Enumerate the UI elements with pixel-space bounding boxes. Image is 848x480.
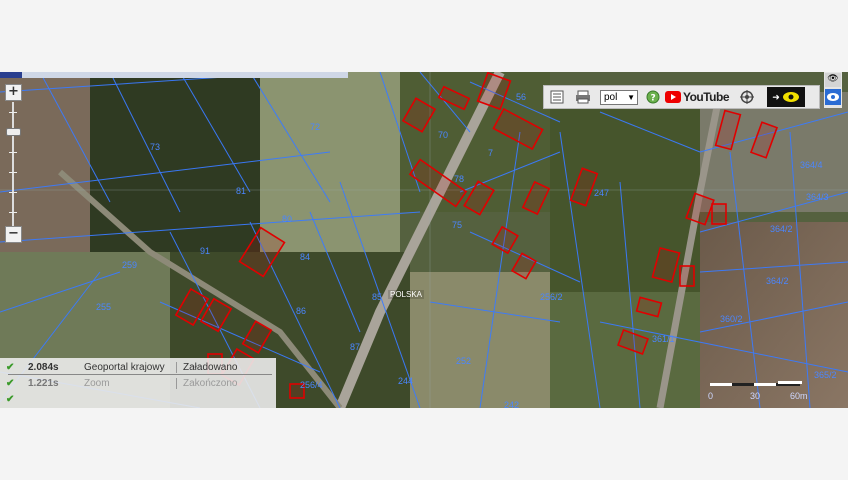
youtube-label: YouTube [682,90,730,104]
log-time: 2.084s [28,361,59,373]
svg-text:364/2: 364/2 [770,224,793,234]
svg-text:242: 242 [504,400,519,408]
svg-text:70: 70 [438,130,448,140]
svg-text:78: 78 [454,174,464,184]
svg-text:86: 86 [296,306,306,316]
language-value: pol [604,91,618,103]
log-row: ✔ [0,392,276,406]
check-icon: ✔ [6,393,15,405]
svg-text:259: 259 [122,260,137,270]
svg-text:255: 255 [96,302,111,312]
svg-text:364/2: 364/2 [766,276,789,286]
loading-log: ✔ 2.084s Geoportal krajowy Załadowano ✔ … [0,358,276,408]
eye-toggle[interactable]: ➜ [767,87,805,107]
svg-text:247: 247 [594,188,609,198]
svg-text:85: 85 [372,292,382,302]
log-status: Zakończono [176,377,237,389]
log-time: 1.221s [28,377,59,389]
zoom-control: + − [5,84,22,244]
log-row: ✔ 1.221s Zoom Zakończono [0,376,276,390]
log-row: ✔ 2.084s Geoportal krajowy Załadowano [0,360,276,374]
place-label: POLSKA [388,290,425,299]
check-icon: ✔ [6,377,15,389]
chevron-down-icon: ▼ [627,92,635,102]
svg-text:80: 80 [282,214,292,224]
language-select[interactable]: pol ▼ [600,89,638,105]
zoom-in-button[interactable]: + [5,84,22,101]
zoom-slider-thumb[interactable] [6,128,21,136]
svg-text:75: 75 [452,220,462,230]
svg-text:256/2: 256/2 [540,292,563,302]
print-icon[interactable] [570,87,596,107]
eye-icon[interactable]: 👁 [825,73,841,87]
settings-icon[interactable] [730,87,764,107]
legend-icon[interactable] [544,87,570,107]
check-icon: ✔ [6,361,15,373]
zoom-out-button[interactable]: − [5,226,22,243]
scale-label: 30 [750,391,761,401]
log-status: Załadowano [176,361,237,373]
svg-text:72: 72 [310,122,320,132]
top-panel-strip [0,72,348,78]
log-name: Zoom [84,377,110,389]
layers-panel-tab[interactable]: 👁 [824,72,842,108]
arrow-right-icon: ➜ [772,91,780,102]
svg-text:256/4: 256/4 [300,380,323,390]
zoom-slider-track[interactable] [9,102,17,226]
scale-label: 0 [708,391,714,401]
svg-text:?: ? [651,94,656,104]
svg-text:87: 87 [350,342,360,352]
help-icon[interactable]: ? [642,87,664,107]
log-name: Geoportal krajowy [84,361,165,373]
svg-text:84: 84 [300,252,310,262]
svg-text:244: 244 [398,376,413,386]
scale-bar: 0 30 60m [708,381,808,408]
svg-text:360/2: 360/2 [720,314,743,324]
svg-text:56: 56 [516,92,526,102]
svg-text:7: 7 [488,148,493,158]
scale-label: 60m [790,391,808,401]
svg-text:81: 81 [236,186,246,196]
svg-text:364/4: 364/4 [800,160,823,170]
svg-text:361/1: 361/1 [652,334,675,344]
visibility-icon[interactable] [825,89,841,105]
svg-text:91: 91 [200,246,210,256]
svg-text:364/3: 364/3 [806,192,829,202]
svg-text:73: 73 [150,142,160,152]
log-divider [8,374,272,375]
youtube-icon [664,91,681,103]
eye-icon [782,92,799,102]
svg-text:252: 252 [456,356,471,366]
svg-text:365/2: 365/2 [814,370,837,380]
map-toolbar: pol ▼ ? YouTube ➜ [543,85,820,109]
youtube-link[interactable]: YouTube [664,90,730,104]
